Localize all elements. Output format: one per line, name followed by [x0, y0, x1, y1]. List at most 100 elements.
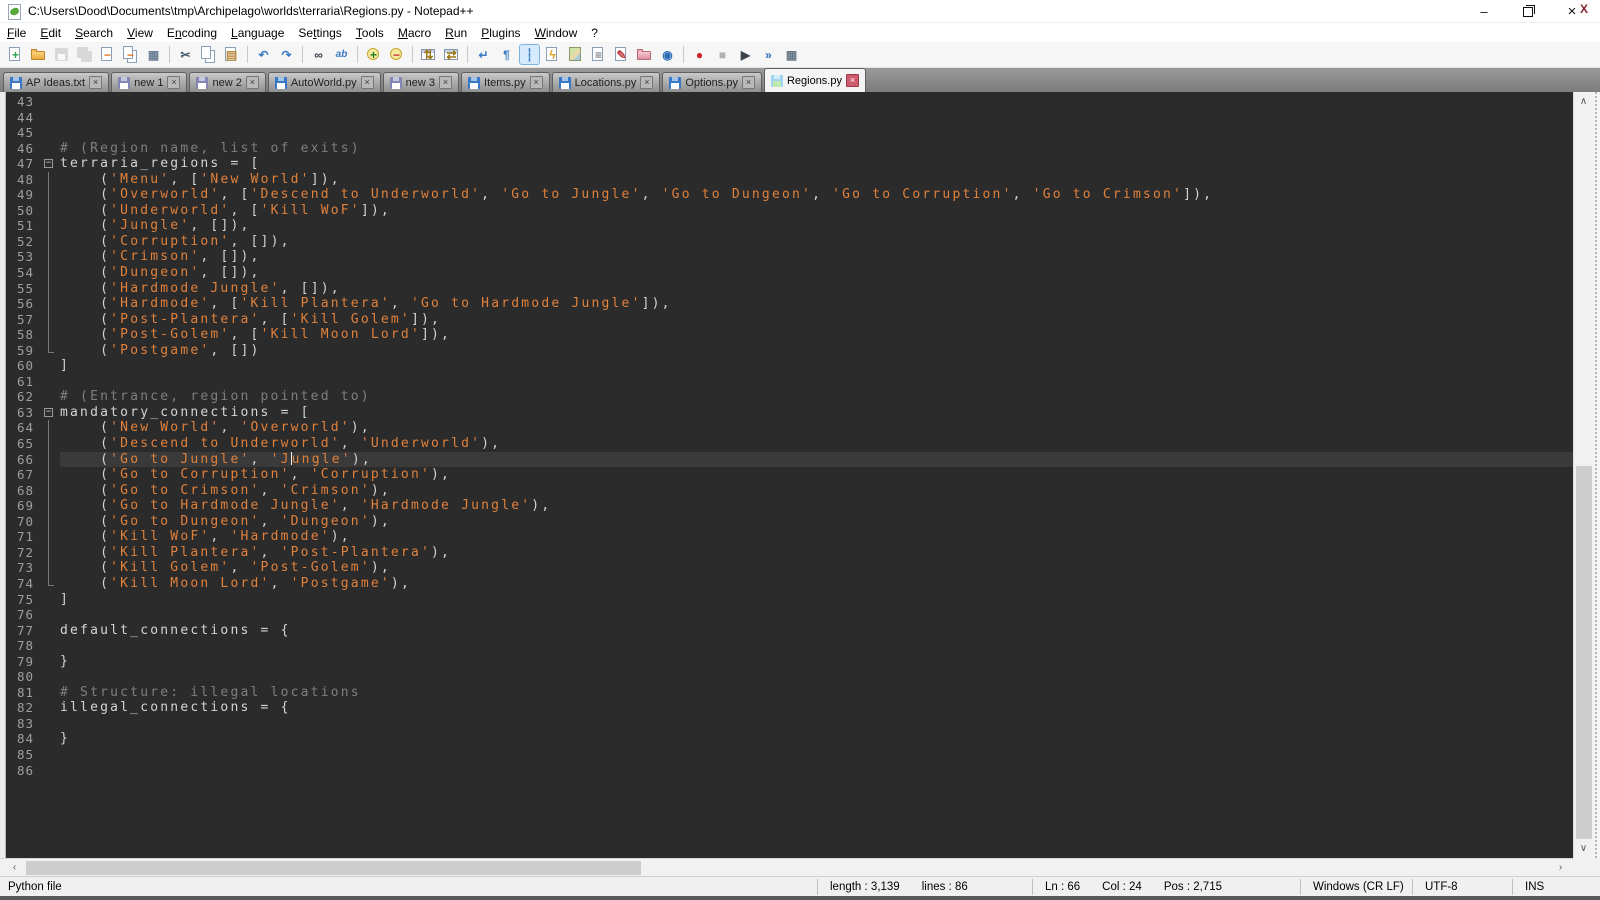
macro-stop-icon[interactable]: ■: [713, 45, 732, 64]
function-list-icon[interactable]: ϟ: [543, 45, 562, 64]
cut-icon[interactable]: ✂: [176, 45, 195, 64]
code-line[interactable]: 66 ('Go to Jungle', 'Jungle'),: [6, 452, 1573, 468]
menubar-close-icon[interactable]: X: [1576, 2, 1592, 17]
code-line[interactable]: 71 ('Kill WoF', 'Hardmode'),: [6, 529, 1573, 545]
tab-close-icon[interactable]: ×: [846, 74, 859, 87]
sync-horizontal-scroll-icon[interactable]: ⇄: [442, 45, 461, 64]
menu-item-run[interactable]: Run: [438, 24, 474, 42]
tab-new-2[interactable]: new 2×: [189, 72, 265, 92]
open-folder-icon[interactable]: [29, 45, 48, 64]
scroll-left-icon[interactable]: ‹: [6, 861, 23, 875]
menu-item-language[interactable]: Language: [224, 24, 291, 42]
tab-locations-py[interactable]: Locations.py×: [552, 72, 661, 92]
code-line[interactable]: 57 ('Post-Plantera', ['Kill Golem']),: [6, 312, 1573, 328]
code-line[interactable]: 47−terraria_regions = [: [6, 156, 1573, 172]
fold-marker[interactable]: −: [39, 156, 60, 172]
code-line[interactable]: 67 ('Go to Corruption', 'Corruption'),: [6, 467, 1573, 483]
code-line[interactable]: 51 ('Jungle', []),: [6, 218, 1573, 234]
menu-item-edit[interactable]: Edit: [33, 24, 68, 42]
save-all-icon[interactable]: [75, 45, 94, 64]
folder-as-workspace-icon[interactable]: [635, 45, 654, 64]
menu-item-file[interactable]: File: [0, 24, 33, 42]
menu-item-tools[interactable]: Tools: [349, 24, 391, 42]
close-all-files-icon[interactable]: −: [121, 45, 140, 64]
code-line[interactable]: 49 ('Overworld', ['Descend to Underworld…: [6, 187, 1573, 203]
sync-vertical-scroll-icon[interactable]: ⇅: [419, 45, 438, 64]
macro-play-icon[interactable]: ▶: [736, 45, 755, 64]
code-line[interactable]: 59 ('Postgame', []): [6, 343, 1573, 359]
code-line[interactable]: 84}: [6, 731, 1573, 747]
macro-run-multiple-icon[interactable]: »: [759, 45, 778, 64]
paste-icon[interactable]: ▤: [222, 45, 241, 64]
tab-close-icon[interactable]: ×: [640, 76, 653, 89]
menu-item-settings[interactable]: Settings: [291, 24, 348, 42]
tab-close-icon[interactable]: ×: [361, 76, 374, 89]
document-list-icon[interactable]: ≡: [589, 45, 608, 64]
code-line[interactable]: 83: [6, 716, 1573, 732]
tab-options-py[interactable]: Options.py×: [662, 72, 762, 92]
code-line[interactable]: 54 ('Dungeon', []),: [6, 265, 1573, 281]
show-indent-guide-icon[interactable]: ┆: [520, 45, 539, 64]
code-line[interactable]: 80: [6, 669, 1573, 685]
tab-close-icon[interactable]: ×: [742, 76, 755, 89]
menu-item-view[interactable]: View: [120, 24, 160, 42]
tab-close-icon[interactable]: ×: [530, 76, 543, 89]
macro-save-icon[interactable]: ▦: [782, 45, 801, 64]
code-line[interactable]: 70 ('Go to Dungeon', 'Dungeon'),: [6, 514, 1573, 530]
code-line[interactable]: 44: [6, 110, 1573, 126]
code-line[interactable]: 56 ('Hardmode', ['Kill Plantera', 'Go to…: [6, 296, 1573, 312]
code-line[interactable]: 85: [6, 747, 1573, 763]
scroll-right-icon[interactable]: ›: [1552, 861, 1569, 875]
tab-new-1[interactable]: new 1×: [111, 72, 187, 92]
find-icon[interactable]: ∞: [309, 45, 328, 64]
code-line[interactable]: 68 ('Go to Crimson', 'Crimson'),: [6, 483, 1573, 499]
code-editor[interactable]: 43444546# (Region name, list of exits)47…: [6, 92, 1573, 858]
replace-icon[interactable]: ab: [332, 45, 351, 64]
zoom-in-icon[interactable]: +: [364, 45, 383, 64]
code-line[interactable]: 72 ('Kill Plantera', 'Post-Plantera'),: [6, 545, 1573, 561]
code-line[interactable]: 69 ('Go to Hardmode Jungle', 'Hardmode J…: [6, 498, 1573, 514]
undo-icon[interactable]: ↶: [254, 45, 273, 64]
code-line[interactable]: 63−mandatory_connections = [: [6, 405, 1573, 421]
tab-close-icon[interactable]: ×: [167, 76, 180, 89]
tab-new-3[interactable]: new 3×: [383, 72, 459, 92]
show-all-characters-icon[interactable]: ¶: [497, 45, 516, 64]
code-line[interactable]: 52 ('Corruption', []),: [6, 234, 1573, 250]
code-line[interactable]: 61: [6, 374, 1573, 390]
fold-marker[interactable]: −: [39, 405, 60, 421]
new-file-icon[interactable]: +: [6, 45, 25, 64]
code-line[interactable]: 60]: [6, 358, 1573, 374]
tab-close-icon[interactable]: ×: [89, 76, 102, 89]
copy-icon[interactable]: [199, 45, 218, 64]
tab-ap-ideas-txt[interactable]: AP Ideas.txt×: [3, 72, 109, 92]
menu-item-search[interactable]: Search: [68, 24, 120, 42]
tab-close-icon[interactable]: ×: [246, 76, 259, 89]
tab-regions-py[interactable]: Regions.py×: [764, 68, 866, 92]
code-line[interactable]: 55 ('Hardmode Jungle', []),: [6, 281, 1573, 297]
close-file-icon[interactable]: −: [98, 45, 117, 64]
print-icon[interactable]: ▦: [144, 45, 163, 64]
edit-marker-icon[interactable]: ✎: [612, 45, 631, 64]
code-line[interactable]: 78: [6, 638, 1573, 654]
code-line[interactable]: 77default_connections = {: [6, 623, 1573, 639]
code-line[interactable]: 43: [6, 94, 1573, 110]
word-wrap-icon[interactable]: ↵: [474, 45, 493, 64]
redo-icon[interactable]: ↷: [277, 45, 296, 64]
code-line[interactable]: 76: [6, 607, 1573, 623]
code-line[interactable]: 46# (Region name, list of exits): [6, 141, 1573, 157]
minimize-button[interactable]: –: [1468, 0, 1500, 23]
code-line[interactable]: 81# Structure: illegal locations: [6, 685, 1573, 701]
code-line[interactable]: 65 ('Descend to Underworld', 'Underworld…: [6, 436, 1573, 452]
restore-button[interactable]: [1512, 0, 1544, 23]
code-line[interactable]: 45: [6, 125, 1573, 141]
code-line[interactable]: 64 ('New World', 'Overworld'),: [6, 420, 1573, 436]
document-map-icon[interactable]: [566, 45, 585, 64]
monitoring-eye-icon[interactable]: ◉: [658, 45, 677, 64]
macro-record-icon[interactable]: ●: [690, 45, 709, 64]
horizontal-scrollbar-thumb[interactable]: [26, 861, 641, 875]
code-line[interactable]: 86: [6, 763, 1573, 779]
code-line[interactable]: 48 ('Menu', ['New World']),: [6, 172, 1573, 188]
code-line[interactable]: 62# (Entrance, region pointed to): [6, 389, 1573, 405]
code-line[interactable]: 75]: [6, 592, 1573, 608]
vertical-scrollbar[interactable]: ∧ ∨: [1573, 92, 1593, 858]
